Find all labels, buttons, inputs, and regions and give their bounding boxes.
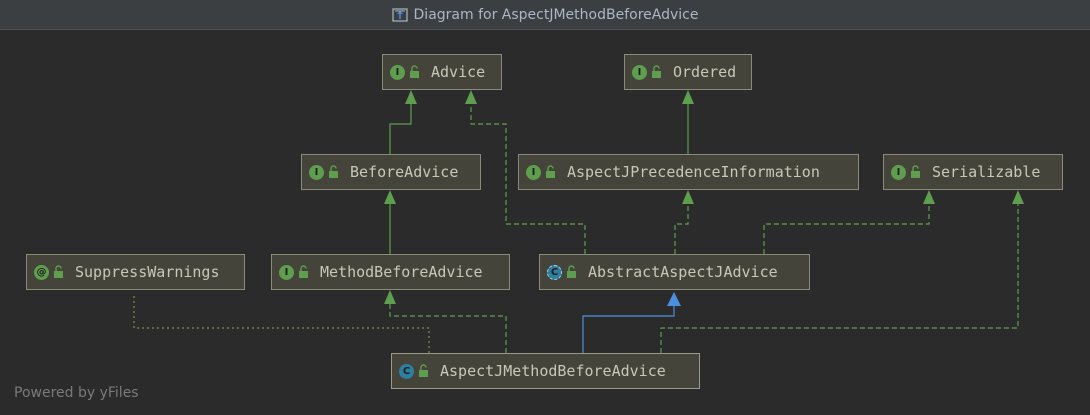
lock-open-icon — [911, 165, 920, 178]
edge-methodbefore-abstract — [582, 292, 681, 353]
edge-methodbefore-methodbeforeadvice — [384, 290, 507, 353]
node-label: MethodBeforeAdvice — [320, 263, 483, 281]
diagram-canvas[interactable]: I Advice I Ordered I BeforeAdvice I Aspe… — [1, 31, 1088, 414]
interface-badge-icon: I — [891, 164, 906, 180]
lock-open-icon — [54, 265, 63, 278]
node-label: BeforeAdvice — [350, 163, 459, 181]
edge-abstract-serializable — [763, 190, 935, 254]
interface-badge-icon: I — [390, 64, 405, 80]
node-label: AbstractAspectJAdvice — [588, 263, 778, 281]
node-advice[interactable]: I Advice — [382, 54, 502, 90]
class-badge-icon: C — [399, 363, 414, 379]
node-label: AspectJMethodBeforeAdvice — [440, 362, 666, 380]
node-abstractaspectjadvice[interactable]: C AbstractAspectJAdvice — [539, 254, 810, 290]
edge-methodbefore-suppresswarnings — [133, 293, 430, 353]
node-aspectjmethodbeforeadvice[interactable]: C AspectJMethodBeforeAdvice — [391, 353, 700, 389]
node-label: Ordered — [673, 63, 737, 81]
node-ordered[interactable]: I Ordered — [624, 54, 752, 90]
watermark: Powered by yFiles — [14, 385, 139, 401]
window-title: Diagram for AspectJMethodBeforeAdvice — [413, 6, 699, 23]
edge-abstract-precedence — [674, 190, 694, 254]
interface-badge-icon: I — [279, 264, 294, 280]
lock-open-icon — [652, 65, 661, 78]
lock-open-icon — [546, 165, 555, 178]
edge-precedence-ordered — [682, 90, 694, 154]
node-label: Advice — [431, 63, 486, 81]
edge-beforeadvice-advice — [389, 90, 417, 154]
window-title-bar: Diagram for AspectJMethodBeforeAdvice — [0, 0, 1090, 30]
node-beforeadvice[interactable]: I BeforeAdvice — [301, 154, 481, 190]
node-suppresswarnings[interactable]: @ SuppressWarnings — [26, 254, 245, 290]
abstract-class-badge-icon: C — [547, 264, 562, 280]
lock-open-icon — [567, 265, 576, 278]
lock-open-icon — [299, 265, 308, 278]
lock-open-icon — [329, 165, 338, 178]
interface-badge-icon: I — [632, 64, 647, 80]
interface-badge-icon: I — [309, 164, 324, 180]
node-aspectjprecedenceinformation[interactable]: I AspectJPrecedenceInformation — [518, 154, 859, 190]
lock-open-icon — [410, 65, 419, 78]
node-serializable[interactable]: I Serializable — [883, 154, 1063, 190]
node-label: SuppressWarnings — [75, 263, 220, 281]
annotation-badge-icon: @ — [34, 264, 49, 280]
edge-methodbeforeadvice-beforeadvice — [384, 190, 396, 254]
lock-open-icon — [419, 364, 428, 377]
interface-badge-icon: I — [526, 164, 541, 180]
diagram-icon — [391, 7, 408, 23]
node-label: Serializable — [932, 163, 1041, 181]
node-label: AspectJPrecedenceInformation — [567, 163, 820, 181]
node-methodbeforeadvice[interactable]: I MethodBeforeAdvice — [271, 254, 510, 290]
